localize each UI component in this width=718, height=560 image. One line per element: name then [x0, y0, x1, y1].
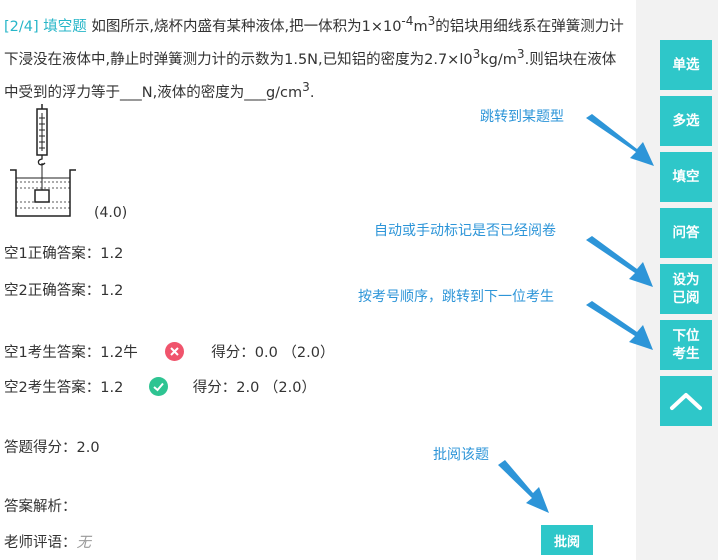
question-part: . — [309, 84, 315, 101]
row-label: 空1正确答案： — [4, 246, 101, 262]
blank1-score: 0.0 — [254, 345, 278, 361]
row-label: 空2考生答案： — [4, 380, 101, 396]
row-value: 1.2牛 — [100, 345, 138, 361]
blank2-correct-row: 空2正确答案：1.2 — [4, 279, 123, 300]
button-line: 下位 — [672, 328, 700, 344]
blank2-full-score: （2.0） — [263, 380, 316, 396]
blank1-full-score: （2.0） — [282, 345, 335, 361]
multi-choice-button[interactable]: 多选 — [660, 96, 712, 146]
question-type: 填空题 — [43, 18, 87, 35]
score-label: 得分： — [192, 380, 237, 396]
blank-1: ___ — [120, 84, 142, 101]
next-student-button[interactable]: 下位 考生 — [660, 320, 712, 370]
main-panel: [2/4] 填空题 如图所示,烧杯内盛有某种液体,把一体积为1×10-4m3的铝… — [0, 0, 636, 560]
review-button[interactable]: 批阅 — [541, 525, 593, 555]
row-label: 空1考生答案： — [4, 345, 101, 361]
row-value: 1.2 — [100, 380, 124, 396]
chevron-up-icon — [670, 393, 702, 410]
single-choice-button[interactable]: 单选 — [660, 40, 712, 90]
spring-scale-figure — [10, 104, 76, 217]
blank2-score: 2.0 — [236, 380, 260, 396]
superscript: -4 — [401, 14, 414, 28]
annotation-jump-type: 跳转到某题型 — [480, 109, 564, 125]
row-label: 老师评语： — [4, 535, 77, 551]
annotation-next-student: 按考号顺序，跳转到下一位考生 — [358, 289, 554, 305]
wrong-icon — [165, 342, 185, 361]
button-line: 考生 — [672, 346, 700, 362]
question-part: 如图所示,烧杯内盛有某种液体,把一体积为1×10 — [91, 18, 402, 35]
question-score: (4.0) — [94, 205, 128, 221]
check-icon — [148, 377, 168, 396]
qa-button[interactable]: 问答 — [660, 208, 712, 258]
blank-2: ___ — [244, 84, 266, 101]
row-label: 答题得分： — [4, 440, 77, 456]
score-label: 得分： — [211, 345, 255, 361]
annotation-mark-read: 自动或手动标记是否已经阅卷 — [374, 223, 556, 239]
superscript: 3 — [516, 46, 525, 61]
question-part: g/cm — [265, 84, 303, 101]
button-line: 已阅 — [672, 290, 700, 306]
blank2-student-row: 空2考生答案：1.2 得分：2.0 （2.0） — [4, 376, 316, 397]
question-text: [2/4] 填空题 如图所示,烧杯内盛有某种液体,把一体积为1×10-4m3的铝… — [4, 8, 624, 106]
superscript: 3 — [302, 79, 310, 94]
row-value: 2.0 — [76, 440, 100, 456]
annotation-review: 批阅该题 — [433, 447, 489, 463]
question-index: [2/4] — [4, 18, 39, 35]
total-score-row: 答题得分：2.0 — [4, 436, 100, 457]
scroll-top-button[interactable] — [660, 376, 712, 426]
mark-read-button[interactable]: 设为 已阅 — [660, 264, 712, 314]
row-value: 1.2 — [100, 283, 124, 299]
comment-value: 无 — [76, 535, 92, 551]
blank1-student-row: 空1考生答案：1.2牛 得分：0.0 （2.0） — [4, 341, 334, 362]
row-value: 1.2 — [100, 246, 124, 262]
question-part: N,液体的密度为 — [141, 84, 245, 101]
button-line: 设为 — [672, 272, 700, 288]
blank1-correct-row: 空1正确答案：1.2 — [4, 242, 123, 263]
row-label: 答案解析： — [4, 499, 77, 515]
fill-blank-button[interactable]: 填空 — [660, 152, 712, 202]
question-part: kg/m — [480, 51, 517, 68]
row-label: 空2正确答案： — [4, 283, 101, 299]
comment-row: 老师评语：无 — [4, 531, 91, 552]
question-part: m — [413, 18, 428, 35]
analysis-row: 答案解析： — [4, 495, 77, 516]
